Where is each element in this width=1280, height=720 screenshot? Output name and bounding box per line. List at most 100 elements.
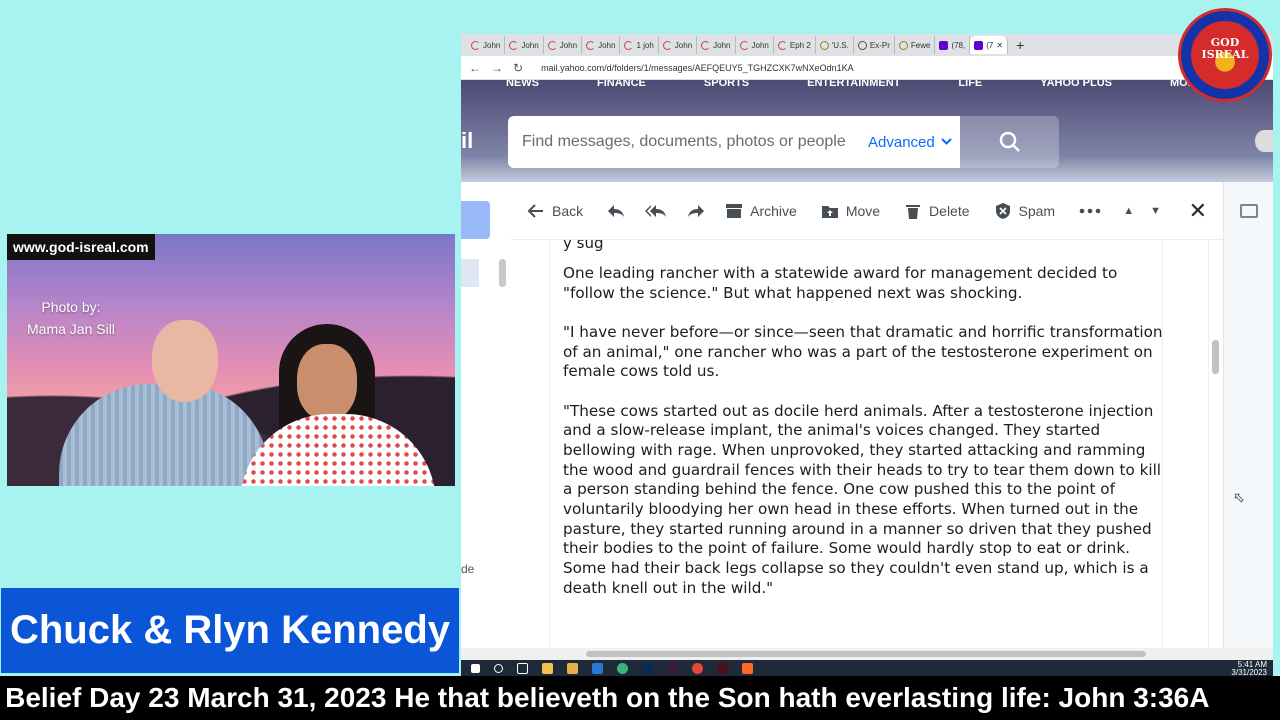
photo-credit: Photo by: Mama Jan Sill xyxy=(27,296,115,340)
browser-tab[interactable]: John xyxy=(505,36,544,54)
message-toolbar: Back Archive Move Delete Spam ▲ ▼ ✕ xyxy=(511,182,1223,240)
browser-tab[interactable]: John xyxy=(544,36,583,54)
nav-yahoo-plus[interactable]: YAHOO PLUS xyxy=(1040,80,1112,92)
windows-taskbar: 5:41 AM 3/31/2023 xyxy=(461,660,1273,677)
website-label: www.god-isreal.com xyxy=(7,234,155,260)
sidebar-scrollbar[interactable] xyxy=(499,259,506,287)
edge-icon[interactable] xyxy=(617,662,628,674)
right-rail: › xyxy=(1212,182,1273,660)
address-bar: ← → ↻ mail.yahoo.com/d/folders/1/message… xyxy=(461,56,1273,80)
scripture-ticker: f Belief Day 23 March 31, 2023 He that b… xyxy=(0,676,1280,720)
nav-life[interactable]: LIFE xyxy=(958,80,982,92)
tab-favicon-icon xyxy=(586,40,596,50)
browser-tab[interactable]: Ex-Pr xyxy=(854,36,895,54)
yahoo-mail-logo[interactable]: il xyxy=(461,128,473,154)
delete-button[interactable]: Delete xyxy=(904,202,970,220)
tab-label: John xyxy=(751,40,769,50)
search-button[interactable] xyxy=(960,116,1059,168)
compose-button[interactable] xyxy=(461,201,490,239)
message-paragraph: "I have never before—or since—seen that … xyxy=(563,322,1163,381)
tab-label: John xyxy=(559,40,578,50)
nav-entertainment[interactable]: ENTERTAINMENT xyxy=(807,80,900,92)
browser-tab[interactable]: John xyxy=(736,36,774,54)
reply-all-button[interactable] xyxy=(645,202,667,220)
browser-tab-active[interactable]: (7 ✕ xyxy=(970,36,1009,54)
tab-favicon-icon xyxy=(857,40,867,50)
move-folder-icon xyxy=(821,205,838,218)
nav-sports[interactable]: SPORTS xyxy=(704,80,749,92)
photoshop-icon[interactable] xyxy=(642,662,653,674)
message-vertical-scrollbar[interactable] xyxy=(1208,240,1223,660)
dreamweaver-icon[interactable] xyxy=(667,662,678,674)
archive-icon xyxy=(726,203,743,218)
tab-label: Fewe xyxy=(910,40,931,50)
new-tab-button[interactable]: + xyxy=(1008,37,1032,53)
url-field[interactable]: mail.yahoo.com/d/folders/1/messages/AEFQ… xyxy=(541,63,854,73)
browser-tab[interactable]: John xyxy=(697,36,736,54)
tab-close-icon[interactable]: ✕ xyxy=(996,41,1003,50)
tab-favicon-icon xyxy=(819,40,829,50)
close-message-icon[interactable]: ✕ xyxy=(1189,198,1207,224)
logo-text: GOD ISREAL xyxy=(1181,37,1269,61)
yahoo-top-nav: NEWS FINANCE SPORTS ENTERTAINMENT LIFE Y… xyxy=(506,80,1212,92)
app-icon[interactable] xyxy=(742,662,753,674)
tab-label: John xyxy=(521,40,539,50)
taskbar-clock[interactable]: 5:41 AM 3/31/2023 xyxy=(1231,661,1267,677)
mail-icon[interactable] xyxy=(592,662,603,674)
file-explorer-icon[interactable] xyxy=(542,662,553,674)
reply-button[interactable] xyxy=(607,202,625,220)
message-paragraph: One leading rancher with a statewide awa… xyxy=(563,264,1118,302)
browser-tab[interactable]: (78, xyxy=(935,36,971,54)
spam-button[interactable]: Spam xyxy=(994,202,1055,220)
browser-tab[interactable]: John xyxy=(659,36,698,54)
nav-finance[interactable]: FINANCE xyxy=(597,80,646,92)
reply-icon xyxy=(608,204,625,217)
sidebar-truncated-label: de xyxy=(461,562,475,576)
tab-label: John xyxy=(483,40,501,50)
back-button[interactable]: Back xyxy=(527,202,583,220)
chrome-icon[interactable] xyxy=(692,662,703,674)
yahoo-mail-favicon-icon xyxy=(939,40,949,50)
tab-favicon-icon xyxy=(509,40,519,50)
more-actions-button[interactable] xyxy=(1079,208,1101,214)
browser-tab[interactable]: Eph 2 xyxy=(774,36,816,54)
windows-start-icon[interactable] xyxy=(471,663,480,673)
more-dots-icon xyxy=(1079,208,1101,213)
reload-icon[interactable]: ↻ xyxy=(513,61,523,75)
next-message-icon[interactable]: ▼ xyxy=(1150,205,1161,217)
previous-message-icon[interactable]: ▲ xyxy=(1123,205,1134,217)
advanced-label: Advanced xyxy=(868,133,935,151)
browser-tab[interactable]: 1 joh xyxy=(620,36,659,54)
contact-card-icon[interactable] xyxy=(1240,204,1258,218)
advanced-search-dropdown[interactable]: Advanced xyxy=(868,134,952,151)
photo-credit-line2: Mama Jan Sill xyxy=(27,321,115,337)
tab-favicon-icon xyxy=(662,40,672,50)
browser-tab[interactable]: Fewe xyxy=(895,36,936,54)
browser-tab[interactable]: John xyxy=(582,36,621,54)
move-button[interactable]: Move xyxy=(821,202,880,220)
forward-button[interactable] xyxy=(687,202,705,220)
browser-tab[interactable]: John xyxy=(467,36,506,54)
task-view-icon[interactable] xyxy=(517,662,528,674)
store-icon[interactable] xyxy=(567,662,578,674)
tab-label: 1 joh xyxy=(636,40,654,50)
tab-label: Eph 2 xyxy=(789,40,811,50)
search-input[interactable] xyxy=(522,133,862,151)
chevron-down-icon xyxy=(941,138,952,145)
reply-all-icon xyxy=(645,204,667,217)
horizontal-scrollbar[interactable] xyxy=(461,648,1273,660)
profile-avatar[interactable] xyxy=(1255,130,1273,152)
nav-news[interactable]: NEWS xyxy=(506,80,539,92)
browser-tab[interactable]: 'U.S. xyxy=(816,36,854,54)
archive-button[interactable]: Archive xyxy=(725,202,797,220)
taskbar-search-icon[interactable] xyxy=(494,663,503,673)
forward-arrow-icon[interactable]: → xyxy=(491,61,503,75)
sidebar-folder-item[interactable] xyxy=(461,259,479,287)
scrollbar-thumb[interactable] xyxy=(1212,340,1219,374)
indesign-icon[interactable] xyxy=(717,662,728,674)
shield-icon xyxy=(995,202,1010,219)
scrollbar-thumb[interactable] xyxy=(586,651,1146,657)
archive-label: Archive xyxy=(750,202,797,219)
back-arrow-icon[interactable]: ← xyxy=(469,61,481,75)
folder-sidebar: de xyxy=(461,182,511,660)
